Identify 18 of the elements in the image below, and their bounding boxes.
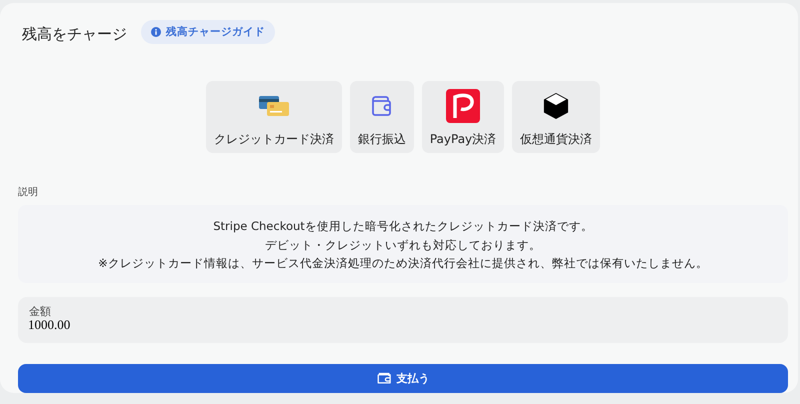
wallet-icon <box>370 94 394 118</box>
paypay-logo-icon <box>446 89 480 123</box>
description-label: 説明 <box>18 186 39 199</box>
wallet-icon <box>376 372 392 384</box>
payment-method-tile[interactable]: 仮想通貨決済 <box>512 81 600 153</box>
payment-method-tile[interactable]: 銀行振込 <box>350 81 414 153</box>
description-text: Stripe Checkoutを使用した暗号化されたクレジットカード決済です。 <box>212 218 594 235</box>
payment-method-tile[interactable]: クレジットカード決済 <box>206 81 342 153</box>
description-text: ※クレジットカード情報は、サービス代金決済処理のため決済代行会社に提供され、弊社では保有いたしません。 <box>97 255 709 272</box>
pay-button[interactable]: 支払う <box>18 364 788 392</box>
info-icon <box>151 27 161 37</box>
payment-method-tile[interactable]: PayPay決済 <box>422 81 504 153</box>
amount-label: 金額 <box>29 304 51 318</box>
guide-link[interactable]: 残高チャージガイド <box>141 20 275 44</box>
credit-cards-icon <box>258 95 289 117</box>
cube-icon <box>543 92 570 120</box>
page-title: 残高をチャージ <box>22 24 127 44</box>
description-text: デビット・クレジットいずれも対応しております。 <box>264 236 542 254</box>
